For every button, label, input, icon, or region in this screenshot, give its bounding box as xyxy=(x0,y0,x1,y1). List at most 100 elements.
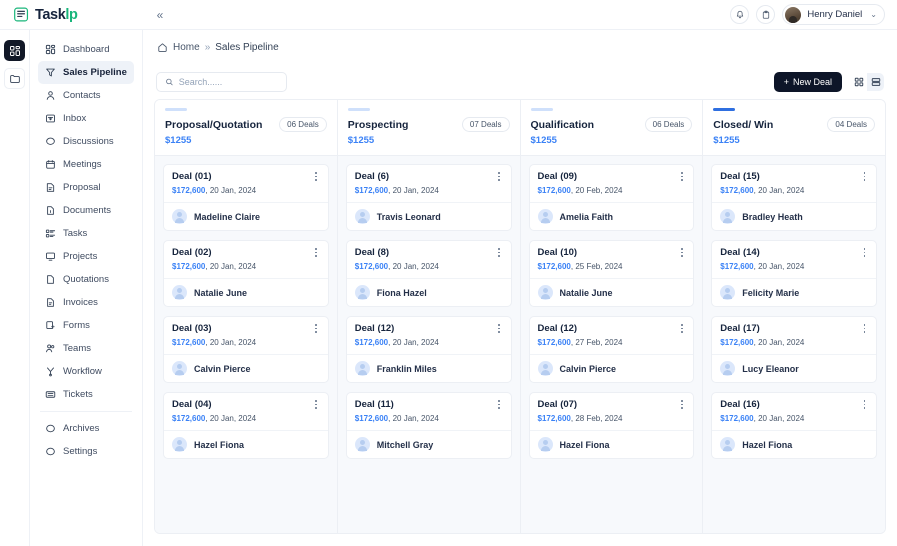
new-deal-button[interactable]: + New Deal xyxy=(773,71,842,92)
deal-amount: $172,600 xyxy=(172,414,206,423)
deal-date: 25 Feb, 2024 xyxy=(575,262,623,271)
deal-meta: $172,600, 20 Jan, 2024 xyxy=(354,414,439,423)
sidebar-collapse-button[interactable]: « xyxy=(151,6,169,24)
sidebar-item-archives[interactable]: Archives xyxy=(38,417,134,440)
deal-card-body: Deal (07) $172,600, 28 Feb, 2024 xyxy=(530,393,694,430)
user-menu[interactable]: Henry Daniel ⌄ xyxy=(782,4,885,25)
sidebar-item-proposal[interactable]: Proposal xyxy=(38,176,134,199)
deal-options-button[interactable] xyxy=(860,399,869,410)
deal-options-button[interactable] xyxy=(495,399,504,410)
sidebar-item-label: Documents xyxy=(63,205,112,216)
avatar xyxy=(172,437,187,452)
search-field[interactable] xyxy=(156,71,287,92)
proposal-doc-icon xyxy=(46,183,55,192)
column-title-row: Proposal/Quotation 06 Deals xyxy=(165,117,327,132)
deal-card[interactable]: Deal (09) $172,600, 20 Feb, 2024 Amelia … xyxy=(528,164,695,231)
new-deal-label: New Deal xyxy=(792,76,832,87)
deal-options-button[interactable] xyxy=(312,399,321,410)
breadcrumb: Home » Sales Pipeline xyxy=(154,30,886,64)
sidebar-item-projects[interactable]: Projects xyxy=(38,245,134,268)
deal-options-button[interactable] xyxy=(677,399,686,410)
sidebar-item-documents[interactable]: Documents xyxy=(38,199,134,222)
deal-card[interactable]: Deal (03) $172,600, 20 Jan, 2024 Calvin … xyxy=(163,316,329,383)
deal-name: Deal (01) xyxy=(172,171,212,182)
sidebar-item-settings[interactable]: Settings xyxy=(38,440,134,463)
dashboard-icon xyxy=(45,44,56,55)
deal-options-button[interactable] xyxy=(677,247,686,258)
deal-options-button[interactable] xyxy=(312,171,321,182)
deal-options-button[interactable] xyxy=(312,323,321,334)
deal-card[interactable]: Deal (6) $172,600, 20 Jan, 2024 Travis L… xyxy=(345,164,512,231)
column-title-row: Qualification 06 Deals xyxy=(531,117,693,132)
list-view-button[interactable] xyxy=(867,72,884,91)
deal-card[interactable]: Deal (16) $172,600, 20 Jan, 2024 Hazel F… xyxy=(711,392,877,459)
sidebar-item-dashboard[interactable]: Dashboard xyxy=(38,38,134,61)
deal-options-button[interactable] xyxy=(677,323,686,334)
column-cards: Deal (6) $172,600, 20 Jan, 2024 Travis L… xyxy=(338,156,520,533)
contact-name: Natalie June xyxy=(559,287,613,298)
grid-view-button[interactable] xyxy=(850,72,867,91)
deal-card[interactable]: Deal (12) $172,600, 20 Jan, 2024 Frankli… xyxy=(345,316,512,383)
clipboard-button[interactable] xyxy=(756,5,776,24)
breadcrumb-home[interactable]: Home xyxy=(173,42,200,53)
deal-meta: $172,600, 20 Jan, 2024 xyxy=(720,338,805,347)
sidebar-item-forms[interactable]: Forms xyxy=(38,314,134,337)
notification-button[interactable] xyxy=(730,5,750,24)
logo[interactable]: Tasklp xyxy=(0,6,143,23)
sidebar-item-invoices[interactable]: Invoices xyxy=(38,291,134,314)
deal-options-button[interactable] xyxy=(860,247,869,258)
deal-options-button[interactable] xyxy=(860,323,869,334)
deal-card[interactable]: Deal (02) $172,600, 20 Jan, 2024 Natalie… xyxy=(163,240,329,307)
deal-name: Deal (12) xyxy=(537,323,578,334)
sidebar-item-inbox[interactable]: Inbox xyxy=(38,107,134,130)
sidebar-item-sales-pipeline[interactable]: Sales Pipeline xyxy=(38,61,134,84)
app-root: Tasklp « Henry Daniel ⌄ Dashboard Sales … xyxy=(0,0,897,546)
deal-card[interactable]: Deal (04) $172,600, 20 Jan, 2024 Hazel F… xyxy=(163,392,329,459)
deal-card[interactable]: Deal (01) $172,600, 20 Jan, 2024 Madelin… xyxy=(163,164,329,231)
sidebar-item-contacts[interactable]: Contacts xyxy=(38,84,134,107)
sidebar-item-label: Workflow xyxy=(63,366,102,377)
rail-item-apps[interactable] xyxy=(4,40,25,61)
deal-contact: Lucy Eleanor xyxy=(712,354,876,382)
deal-contact: Amelia Faith xyxy=(529,202,694,230)
deal-meta: $172,600, 20 Jan, 2024 xyxy=(720,262,805,271)
deal-date: 20 Jan, 2024 xyxy=(758,338,805,347)
deal-card-body: Deal (8) $172,600, 20 Jan, 2024 xyxy=(347,241,511,278)
sidebar-item-workflow[interactable]: Workflow xyxy=(38,360,134,383)
deal-date: 20 Jan, 2024 xyxy=(209,262,257,271)
deal-options-button[interactable] xyxy=(677,171,686,182)
toolbar: + New Deal xyxy=(154,64,886,99)
workflow-icon xyxy=(47,367,54,377)
deal-card[interactable]: Deal (12) $172,600, 27 Feb, 2024 Calvin … xyxy=(528,316,695,383)
avatar xyxy=(785,6,802,23)
deal-contact: Madeline Claire xyxy=(164,202,328,230)
sidebar-item-quotations[interactable]: Quotations xyxy=(38,268,134,291)
deal-options-button[interactable] xyxy=(495,323,504,334)
search-input[interactable] xyxy=(178,76,278,87)
deal-name: Deal (17) xyxy=(720,323,760,334)
contact-name: Natalie June xyxy=(194,287,248,298)
sidebar-item-label: Contacts xyxy=(63,90,101,101)
sidebar-item-teams[interactable]: Teams xyxy=(38,337,134,360)
sidebar-item-meetings[interactable]: Meetings xyxy=(38,153,134,176)
deal-card[interactable]: Deal (8) $172,600, 20 Jan, 2024 Fiona Ha… xyxy=(345,240,512,307)
sidebar-item-tickets[interactable]: Tickets xyxy=(38,383,134,406)
rail-item-folder[interactable] xyxy=(4,68,25,89)
sidebar-item-label: Quotations xyxy=(63,274,109,285)
chevron-double-left-icon: « xyxy=(156,7,164,22)
deal-card-body: Deal (12) $172,600, 27 Feb, 2024 xyxy=(530,317,694,354)
deal-card[interactable]: Deal (17) $172,600, 20 Jan, 2024 Lucy El… xyxy=(711,316,877,383)
deal-options-button[interactable] xyxy=(495,247,504,258)
deal-card[interactable]: Deal (15) $172,600, 20 Jan, 2024 Bradley… xyxy=(711,164,877,231)
deal-card[interactable]: Deal (14) $172,600, 20 Jan, 2024 Felicit… xyxy=(711,240,877,307)
deal-options-button[interactable] xyxy=(495,171,504,182)
deal-card[interactable]: Deal (11) $172,600, 20 Jan, 2024 Mitchel… xyxy=(345,392,512,459)
deal-card[interactable]: Deal (07) $172,600, 28 Feb, 2024 Hazel F… xyxy=(528,392,695,459)
deal-meta: $172,600, 25 Feb, 2024 xyxy=(537,262,623,271)
deal-options-button[interactable] xyxy=(312,247,321,258)
column-title-row: Closed/ Win 04 Deals xyxy=(713,117,875,132)
sidebar-item-discussions[interactable]: Discussions xyxy=(38,130,134,153)
sidebar-item-tasks[interactable]: Tasks xyxy=(38,222,134,245)
deal-options-button[interactable] xyxy=(860,171,869,182)
deal-card[interactable]: Deal (10) $172,600, 25 Feb, 2024 Natalie… xyxy=(528,240,695,307)
